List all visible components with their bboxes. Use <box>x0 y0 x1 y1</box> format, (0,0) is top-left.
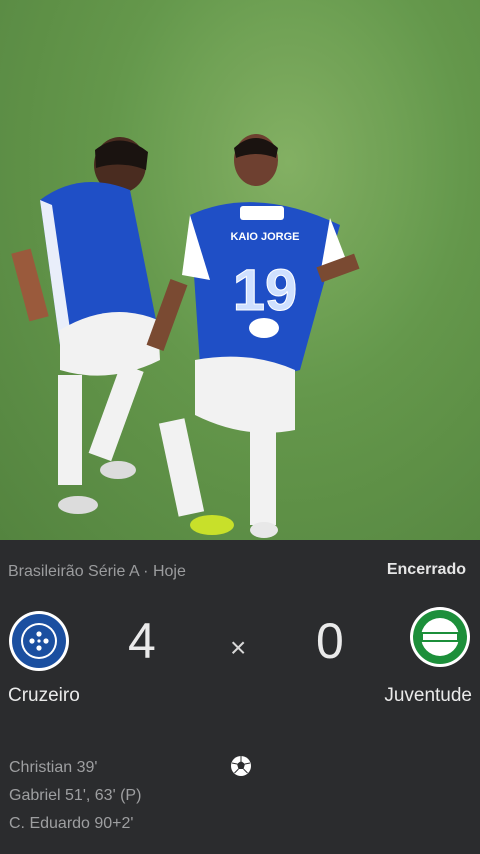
home-team-name[interactable]: Cruzeiro <box>8 685 80 707</box>
scorer-item: Christian 39' <box>9 759 98 776</box>
scorer-item: Gabriel 51', 63' (P) <box>9 787 142 804</box>
league-label: Brasileirão Série A · Hoje <box>8 563 186 580</box>
home-score: 4 <box>128 613 156 669</box>
match-photo: KAIO JORGE 19 <box>0 0 480 540</box>
scorer-item: C. Eduardo 90+2' <box>9 815 134 832</box>
shirt-number: 19 <box>233 258 298 323</box>
soccer-ball-icon <box>231 756 251 776</box>
juventude-crest-icon[interactable] <box>409 606 471 668</box>
players-illustration: KAIO JORGE 19 <box>11 134 360 538</box>
score-separator: × <box>230 632 247 663</box>
home-scorers-list: Christian 39' Gabriel 51', 63' (P) C. Ed… <box>9 758 141 842</box>
match-status: Encerrado <box>386 561 466 578</box>
away-score: 0 <box>316 613 344 669</box>
shirt-name: KAIO JORGE <box>230 231 299 243</box>
match-score-card[interactable]: Brasileirão Série A · Hoje Encerrado 4 ×… <box>0 540 480 854</box>
away-team-name[interactable]: Juventude <box>384 685 472 707</box>
cruzeiro-crest-icon[interactable] <box>8 610 70 672</box>
